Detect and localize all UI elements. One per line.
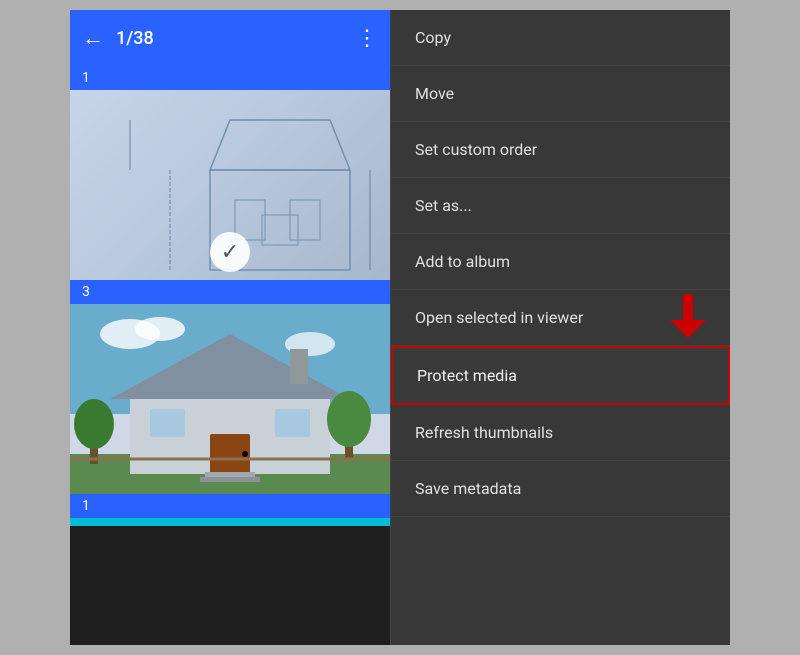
menu-item-copy[interactable]: Copy (391, 10, 730, 66)
menu-item-refresh-thumbnails[interactable]: Refresh thumbnails (391, 405, 730, 461)
menu-item-set-as[interactable]: Set as... (391, 178, 730, 234)
menu-item-protect-media[interactable]: Protect media (391, 346, 730, 405)
back-button[interactable]: ← (82, 25, 104, 51)
menu-item-save-metadata[interactable]: Save metadata (391, 461, 730, 517)
house-photo-svg (70, 304, 390, 494)
context-menu: Copy Move Set custom order Set as... Add… (390, 10, 730, 645)
selected-checkmark: ✓ (210, 232, 250, 272)
thumbnail-blueprint[interactable]: ✓ (70, 90, 390, 280)
app-container: ← 1/38 ⋮ 1 (70, 10, 730, 645)
menu-item-set-custom-order[interactable]: Set custom order (391, 122, 730, 178)
thumbnail-photo[interactable] (70, 304, 390, 494)
menu-item-open-selected[interactable]: Open selected in viewer (391, 290, 730, 346)
file-number-3: 3 (70, 280, 390, 304)
menu-button[interactable]: ⋮ (356, 26, 378, 51)
cyan-indicator (70, 518, 390, 526)
blueprint-image: ✓ (70, 90, 390, 280)
file-list: 1 (70, 66, 390, 645)
menu-item-move[interactable]: Move (391, 66, 730, 122)
file-number-1b: 1 (70, 494, 390, 518)
page-counter: 1/38 (116, 28, 344, 49)
red-arrow-icon (670, 294, 706, 342)
file-number-1: 1 (70, 66, 390, 90)
menu-item-add-to-album[interactable]: Add to album (391, 234, 730, 290)
header-bar: ← 1/38 ⋮ (70, 10, 390, 66)
left-panel: ← 1/38 ⋮ 1 (70, 10, 390, 645)
